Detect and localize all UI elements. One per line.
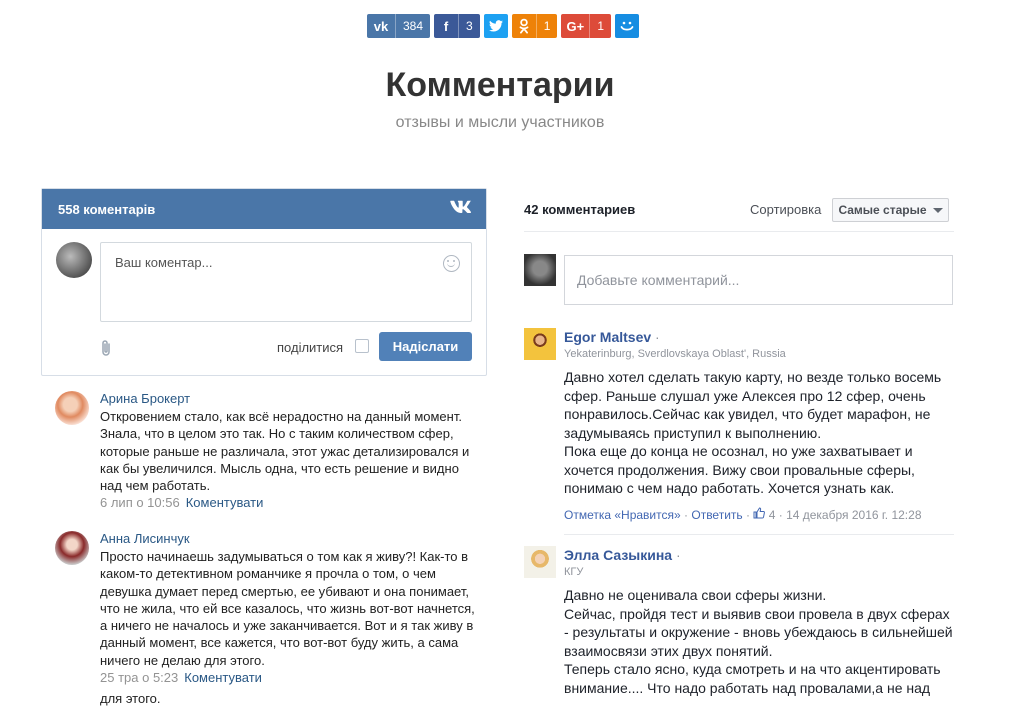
vk-comment-input[interactable]: Ваш коментар... [100,242,472,322]
send-button[interactable]: Надіслати [379,332,472,361]
googleplus-icon: G+ [566,18,585,34]
facebook-share-button[interactable]: f 3 [434,14,480,38]
sort-dropdown[interactable]: Самые старые [832,198,949,222]
reply-link[interactable]: Коментувати [184,670,262,685]
vk-comment-count: 558 коментарів [58,201,156,217]
odnoklassniki-share-count: 1 [535,14,558,38]
overflow-text: для этого. [100,691,161,706]
googleplus-share-button[interactable]: G+ 1 [561,14,612,38]
comment-text: Давно хотел сделать такую карту, но везд… [564,369,942,496]
list-item: Анна Лисинчук Просто начинаешь задумыват… [55,531,485,689]
share-checkbox[interactable] [355,339,369,353]
vk-logo-icon [450,200,472,219]
page-title: Комментарии [385,66,615,104]
comment-text: Откровением стало, как всё нерадостно на… [100,408,480,512]
sort-value: Самые старые [838,203,927,217]
reply-link[interactable]: Ответить [691,508,742,522]
mailru-share-button[interactable] [615,14,640,38]
facebook-icon: f [443,18,449,34]
sort-label: Сортировка [750,202,822,217]
avatar[interactable] [55,391,89,425]
share-bar: vk 384 f 3 1 G+ 1 [367,14,640,38]
comment-actions: Отметка «Нравится» · Ответить · 4 · 14 д… [564,507,922,522]
fb-comment-input[interactable]: Добавьте комментарий... [564,255,953,305]
mailru-icon [615,14,639,38]
emoji-icon[interactable] [443,255,460,272]
googleplus-share-count: 1 [589,14,611,38]
twitter-icon [484,14,508,38]
page-subtitle: отзывы и мысли участников [395,114,605,131]
fb-comment-count: 42 комментариев [524,202,636,217]
comment-author[interactable]: Арина Брокерт [100,391,190,406]
avatar[interactable] [524,328,556,360]
comment-author: Элла Сазыкина · [564,547,681,563]
chevron-down-icon [932,207,943,213]
facebook-share-count: 3 [458,14,480,38]
vk-comments-widget: 558 коментарів Ваш коментар... поділитис… [41,188,487,376]
divider [564,534,954,535]
vk-icon: vk [373,18,389,34]
comment-meta: 25 тра о 5:23 Коментувати [100,669,480,686]
comment-text: Давно не оценивала свои сферы жизни. Сей… [564,587,953,696]
comment-date[interactable]: 6 лип о 10:56 [100,495,180,510]
twitter-share-button[interactable] [483,14,508,38]
comment-author-link[interactable]: Элла Сазыкина [564,547,672,563]
vk-widget-header: 558 коментарів [42,189,486,229]
comment-author: Egor Maltsev · [564,329,660,345]
divider [524,231,954,232]
attach-icon[interactable] [100,339,112,362]
list-item: Egor Maltsev · Yekaterinburg, Sverdlovsk… [524,328,954,528]
odnoklassniki-icon [512,14,536,38]
fb-user-avatar [524,254,556,286]
list-item: Арина Брокерт Откровением стало, как всё… [55,391,485,511]
comment-text: Просто начинаешь задумываться о том как … [100,548,480,686]
vk-user-avatar [56,242,92,278]
reply-link[interactable]: Коментувати [186,495,264,510]
vk-share-count: 384 [395,14,430,38]
avatar[interactable] [524,546,556,578]
comment-meta: 6 лип о 10:56 Коментувати [100,494,480,511]
comment-author[interactable]: Анна Лисинчук [100,531,190,546]
comment-date[interactable]: 25 тра о 5:23 [100,670,178,685]
list-item: Элла Сазыкина · КГУ Давно не оценивала с… [524,546,954,715]
vk-share-button[interactable]: vk 384 [367,14,431,38]
comment-location: Yekaterinburg, Sverdlovskaya Oblast', Ru… [564,348,786,360]
comment-author-link[interactable]: Egor Maltsev [564,329,651,345]
comment-date[interactable]: 14 декабря 2016 г. 12:28 [786,508,921,522]
share-checkbox-label: поділитися [277,340,344,355]
like-link[interactable]: Отметка «Нравится» [564,508,681,522]
odnoklassniki-share-button[interactable]: 1 [511,14,558,38]
like-count: 4 [768,508,776,522]
avatar[interactable] [55,531,89,565]
thumbs-up-icon [753,507,768,522]
comment-location: КГУ [564,566,584,578]
